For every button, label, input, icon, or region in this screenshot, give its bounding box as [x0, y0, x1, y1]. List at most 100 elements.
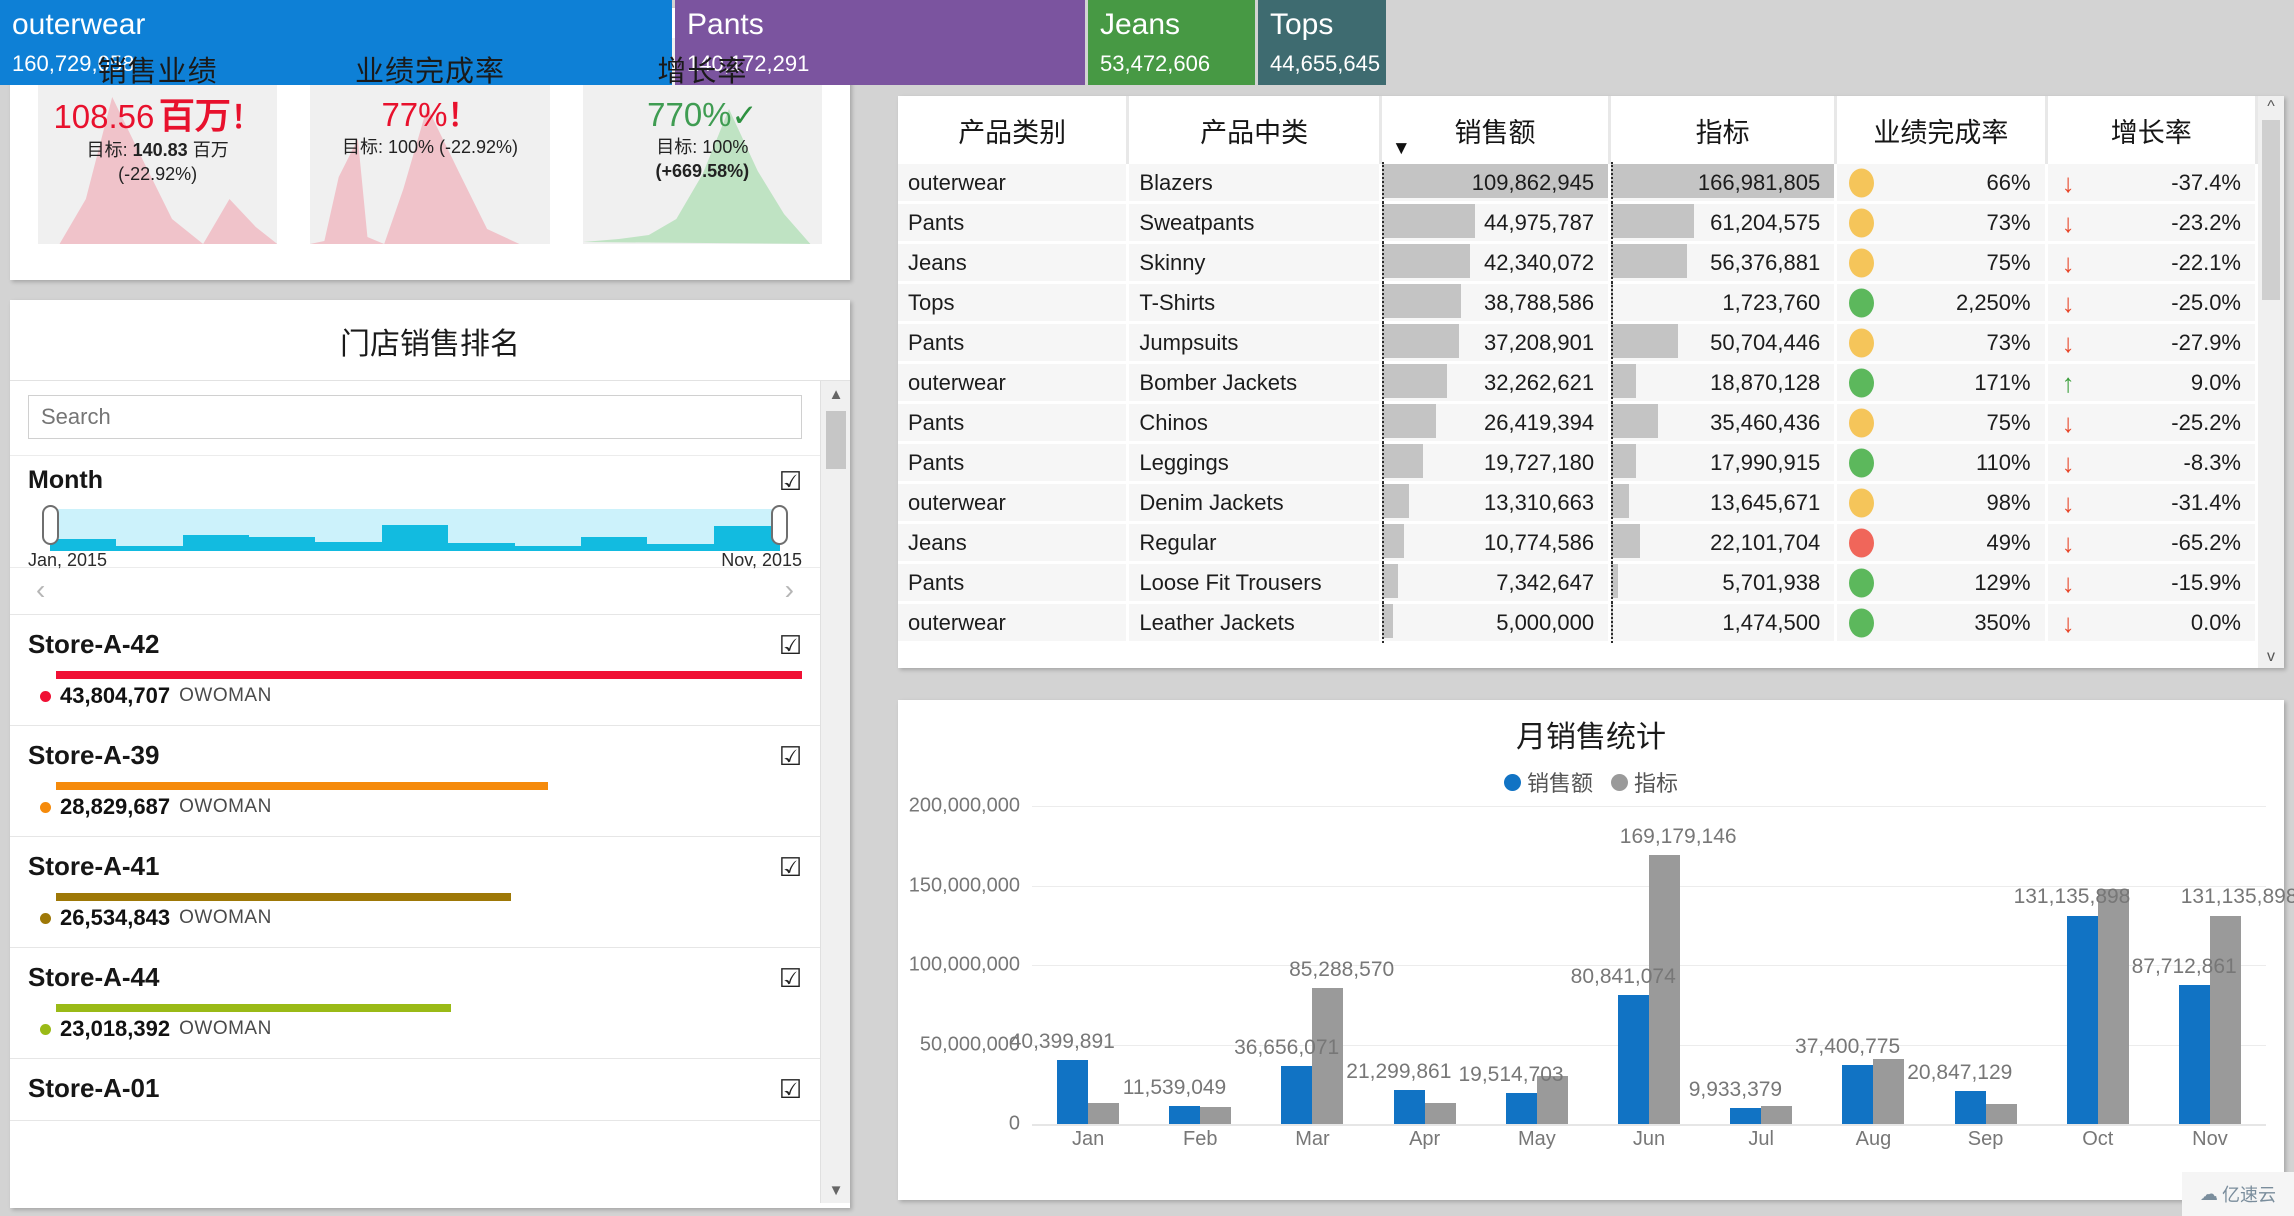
table-row[interactable]: Tops T-Shirts 38,788,586 1,723,760 2,250% ↓ -2…: [898, 282, 2258, 324]
cell-completion-rate: 171%: [1837, 364, 2048, 404]
table-header-5[interactable]: 增长率: [2047, 96, 2258, 164]
chevron-left-icon[interactable]: ‹: [36, 576, 45, 604]
status-badge-green-icon: [1849, 608, 1875, 637]
cell-target: 50,704,446: [1611, 322, 1838, 364]
sales-value: 7,342,647: [1496, 569, 1595, 595]
table-row[interactable]: Pants Sweatpants 44,975,787 61,204,575 73% ↓ -…: [898, 202, 2258, 244]
checkbox-checked-icon[interactable]: ☑: [779, 1076, 802, 1102]
bar-销售额-Jan[interactable]: [1057, 1059, 1089, 1124]
table-row[interactable]: Pants Jumpsuits 37,208,901 50,704,446 73% ↓ -2…: [898, 322, 2258, 364]
bar-指标-Nov[interactable]: [2209, 915, 2241, 1124]
x-axis-tick-label: Feb: [1183, 1128, 1218, 1150]
store-bar: [56, 893, 512, 901]
bar-销售额-Oct[interactable]: [2066, 915, 2098, 1124]
table-scroll-up-icon[interactable]: ^: [2258, 98, 2284, 116]
scroll-down-icon[interactable]: ▼: [821, 1177, 851, 1203]
checkbox-checked-icon[interactable]: ☑: [779, 965, 802, 991]
table-scrollbar-thumb[interactable]: [2262, 120, 2280, 300]
sales-databar: [1381, 564, 1398, 598]
bar-指标-Sep[interactable]: [1985, 1104, 2017, 1124]
column-divider: [1611, 202, 1614, 243]
list-item[interactable]: Store-A-01 ☑: [10, 1059, 820, 1121]
checkbox-checked-icon[interactable]: ☑: [779, 854, 802, 880]
store-unit: OWOMAN: [179, 907, 272, 928]
cell-sales: 10,774,586: [1381, 522, 1612, 564]
bar-销售额-May[interactable]: [1505, 1092, 1537, 1124]
table-row[interactable]: outerwear Blazers 109,862,945 166,981,805 66…: [898, 162, 2258, 204]
cell-growth-rate: ↓ -31.4%: [2047, 484, 2258, 524]
table-header-3[interactable]: 指标: [1611, 96, 1838, 164]
chevron-right-icon[interactable]: ›: [785, 576, 794, 604]
completion-rate-value: 49%: [1986, 529, 2031, 555]
month-histogram-bar: [381, 524, 449, 551]
list-item[interactable]: Store-A-44 ☑ 23,018,392 OWOMAN: [10, 948, 820, 1059]
scroll-up-icon[interactable]: ▲: [821, 381, 851, 407]
list-item[interactable]: Store-A-41 ☑ 26,534,843 OWOMAN: [10, 837, 820, 948]
list-item[interactable]: Store-A-42 ☑ 43,804,707 OWOMAN: [10, 615, 820, 726]
table-scrollbar[interactable]: ^ v: [2258, 96, 2284, 668]
bar-指标-Jan[interactable]: [1088, 1103, 1120, 1124]
bar-指标-Aug[interactable]: [1873, 1058, 1905, 1124]
bar-销售额-Jun[interactable]: [1618, 995, 1650, 1124]
bar-销售额-Mar[interactable]: [1281, 1065, 1313, 1124]
search-input[interactable]: [28, 395, 802, 439]
table-row[interactable]: Jeans Regular 10,774,586 22,101,704 49% ↓ -65.…: [898, 522, 2258, 564]
series-dot-icon: [40, 1023, 51, 1035]
slider-handle-right[interactable]: [771, 505, 788, 545]
table-row[interactable]: Jeans Skinny 42,340,072 56,376,881 75% ↓ -22.1…: [898, 242, 2258, 284]
completion-rate-value: 75%: [1986, 249, 2031, 275]
bar-销售额-Apr[interactable]: [1393, 1090, 1425, 1124]
table-header-4[interactable]: 业绩完成率: [1837, 96, 2048, 164]
category-tile-tops[interactable]: Tops 44,655,645: [1258, 0, 1386, 85]
cell-subcategory: Skinny: [1129, 244, 1382, 284]
slider-handle-left[interactable]: [42, 505, 59, 545]
table-scroll-down-icon[interactable]: v: [2258, 648, 2284, 666]
column-divider: [1611, 482, 1614, 523]
trend-down-arrow-icon: ↓: [2061, 207, 2075, 238]
legend-item-1[interactable]: 指标: [1611, 766, 1678, 798]
bar-指标-Jul[interactable]: [1761, 1105, 1793, 1124]
store-list-scrollbar[interactable]: ▲ ▼: [820, 381, 850, 1203]
warning-exclamation-icon: ！: [447, 98, 479, 133]
store-name: Store-A-42: [28, 629, 160, 659]
sales-databar: [1381, 484, 1409, 518]
cell-category: Pants: [898, 324, 1130, 364]
target-databar: [1611, 404, 1658, 438]
table-row[interactable]: Pants Loose Fit Trousers 7,342,647 5,701,93…: [898, 562, 2258, 604]
bar-指标-Feb[interactable]: [1200, 1107, 1232, 1124]
table-row[interactable]: outerwear Bomber Jackets 32,262,621 18,870,…: [898, 362, 2258, 404]
table-row[interactable]: outerwear Denim Jackets 13,310,663 13,645,6…: [898, 482, 2258, 524]
cell-completion-rate: 73%: [1837, 204, 2048, 244]
legend-item-0[interactable]: 销售额: [1503, 766, 1593, 798]
cell-completion-rate: 73%: [1837, 324, 2048, 364]
table-header-1[interactable]: 产品中类: [1129, 96, 1382, 164]
table-header-2[interactable]: 销售额 ▼: [1381, 96, 1612, 164]
table-row[interactable]: Pants Chinos 26,419,394 35,460,436 75% ↓ -25.2…: [898, 402, 2258, 444]
bar-销售额-Aug[interactable]: [1842, 1064, 1874, 1124]
checkbox-checked-icon[interactable]: ☑: [779, 743, 802, 769]
month-range-slider[interactable]: Jan, 2015 Nov, 2015: [28, 505, 802, 570]
table-header-0[interactable]: 产品类别: [898, 96, 1130, 164]
table-row[interactable]: Pants Leggings 19,727,180 17,990,915 110% ↓ -8…: [898, 442, 2258, 484]
bar-销售额-Jul[interactable]: [1730, 1108, 1762, 1124]
sort-descending-caret-icon[interactable]: ▼: [1392, 138, 1411, 160]
cell-category: Pants: [898, 564, 1130, 604]
bar-group-Jun: 80,841,074 169,179,146: [1571, 806, 1737, 1124]
bar-指标-Jun[interactable]: [1649, 855, 1681, 1124]
category-tile-jeans[interactable]: Jeans 53,472,606: [1088, 0, 1255, 85]
store-unit: OWOMAN: [179, 1018, 272, 1039]
bar-销售额-Nov[interactable]: [2178, 984, 2210, 1124]
bar-销售额-Sep[interactable]: [1954, 1090, 1986, 1124]
bar-销售额-Feb[interactable]: [1169, 1105, 1201, 1124]
column-divider: [1611, 442, 1614, 483]
bar-指标-Oct[interactable]: [2097, 888, 2129, 1124]
kpi-value: 77%: [381, 96, 448, 133]
table-row[interactable]: outerwear Leather Jackets 5,000,000 1,474,5…: [898, 602, 2258, 644]
checkbox-checked-icon[interactable]: ☑: [779, 468, 802, 494]
checkbox-checked-icon[interactable]: ☑: [779, 632, 802, 658]
scrollbar-thumb[interactable]: [826, 411, 846, 469]
month-filter-block: Month ☑ Jan, 2015 Nov, 2015: [10, 456, 820, 570]
y-axis-tick-label: 150,000,000: [908, 874, 1020, 896]
list-item[interactable]: Store-A-39 ☑ 28,829,687 OWOMAN: [10, 726, 820, 837]
bar-指标-Apr[interactable]: [1424, 1103, 1456, 1124]
